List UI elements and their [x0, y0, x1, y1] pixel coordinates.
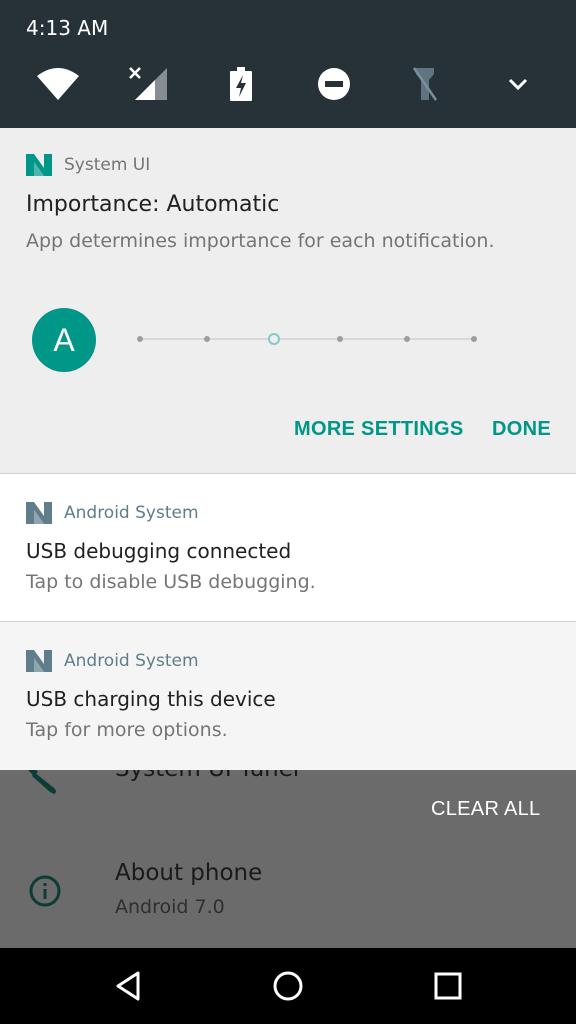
clear-all-button[interactable]: CLEAR ALL [431, 798, 540, 821]
importance-avatar: A [32, 308, 96, 372]
recents-icon[interactable] [428, 966, 468, 1006]
flashlight-off-icon[interactable] [403, 62, 447, 106]
notification-title: USB debugging connected [26, 539, 292, 563]
slider-tick[interactable] [337, 336, 344, 342]
slider-tick[interactable] [404, 336, 411, 342]
notification-app-name: Android System [64, 503, 199, 523]
importance-app-header: System UI [26, 154, 150, 176]
system-ui-tuner-item[interactable]: System UI Tuner [115, 770, 302, 782]
do-not-disturb-icon[interactable] [312, 62, 356, 106]
importance-title: Importance: Automatic [26, 192, 280, 217]
back-icon[interactable] [108, 966, 148, 1006]
slider-tick[interactable] [137, 336, 143, 342]
wrench-icon [28, 770, 56, 794]
done-button[interactable]: DONE [492, 418, 551, 441]
slider-tick[interactable] [471, 336, 477, 342]
importance-subtitle: App determines importance for each notif… [26, 230, 495, 252]
info-icon [29, 875, 61, 907]
expand-chevron-icon[interactable] [496, 62, 540, 106]
notification-usb-charging[interactable]: Android System USB charging this device … [0, 622, 576, 770]
notification-app-header: Android System [26, 502, 199, 524]
about-phone-title[interactable]: About phone [115, 860, 262, 886]
about-phone-subtitle: Android 7.0 [115, 896, 225, 918]
importance-slider[interactable] [137, 333, 477, 345]
more-settings-button[interactable]: MORE SETTINGS [294, 418, 463, 441]
battery-charging-icon[interactable] [219, 62, 263, 106]
notification-app-header: Android System [26, 650, 199, 672]
importance-app-name: System UI [64, 155, 151, 175]
notification-text: Tap for more options. [26, 719, 228, 741]
quick-settings-header: 4:13 AM [0, 0, 576, 128]
notification-text: Tap to disable USB debugging. [26, 571, 316, 593]
android-system-logo-icon [26, 650, 52, 672]
importance-card: System UI Importance: Automatic App dete… [0, 128, 576, 474]
notification-title: USB charging this device [26, 687, 276, 711]
signal-no-data-icon[interactable] [126, 62, 170, 106]
slider-tick[interactable] [203, 336, 210, 342]
slider-thumb[interactable] [267, 333, 280, 345]
notification-usb-debugging[interactable]: Android System USB debugging connected T… [0, 474, 576, 622]
wifi-icon[interactable] [36, 62, 80, 106]
system-ui-logo-icon [26, 154, 52, 176]
navigation-bar [0, 948, 576, 1024]
status-time: 4:13 AM [26, 16, 109, 40]
notification-app-name: Android System [64, 651, 199, 671]
android-system-logo-icon [26, 502, 52, 524]
home-icon[interactable] [268, 966, 308, 1006]
background-settings-list: System UI Tuner CLEAR ALL About phone An… [0, 770, 576, 948]
